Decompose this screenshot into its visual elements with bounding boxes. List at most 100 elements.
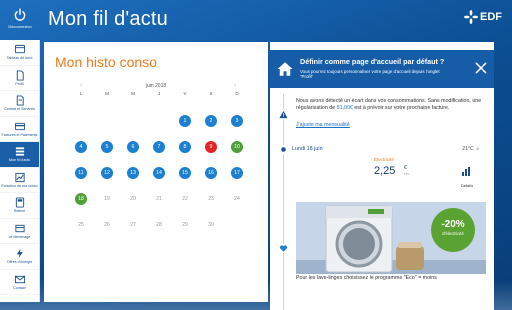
calendar-day[interactable]: 18: [75, 193, 87, 205]
sidebar-item-label: Profil: [15, 81, 24, 86]
calendar-day[interactable]: 2: [205, 115, 217, 127]
calendar-day[interactable]: 4: [75, 141, 87, 153]
weekday-label: M: [131, 90, 135, 96]
sidebar-item-factures-et-paiements[interactable]: Factures et Paiements: [0, 117, 39, 142]
sidebar-item-contact[interactable]: Contact: [0, 270, 39, 295]
calendar-day[interactable]: 8: [179, 141, 191, 153]
sidebar-item-label: Evolution de ma conso: [1, 183, 38, 188]
adjust-monthly-payment-link[interactable]: J'ajuste ma mensualité: [296, 122, 350, 128]
calendar-day[interactable]: 17: [231, 167, 243, 179]
meter-icon: [15, 197, 24, 208]
consumption-history-panel: Mon histo conso ‹ juin 2018 › LMMJVSD123…: [44, 42, 268, 302]
calendar-day[interactable]: 5: [101, 141, 113, 153]
calendar-cell: 23: [198, 193, 224, 205]
calendar-cell: 25: [68, 219, 94, 231]
calendar-day[interactable]: 7: [153, 141, 165, 153]
sidebar-item-mon-fil-d-actu[interactable]: Mon fil d'actu: [0, 142, 39, 168]
calendar-week: 11 12 13 14 15 16 17: [68, 160, 250, 186]
calendar-cell: 22: [172, 193, 198, 205]
sidebar-item-profil[interactable]: Profil: [0, 66, 39, 91]
calendar-cell: 9: [198, 141, 224, 153]
news-feed-panel: Définir comme page d'accueil par défaut …: [270, 42, 494, 310]
weekday-label: L: [79, 90, 83, 96]
calendar-day[interactable]: 9: [205, 141, 217, 153]
calendar-cell: 27: [120, 219, 146, 231]
sidebar-item-contrat-et-services[interactable]: Contrat et Services: [0, 91, 39, 117]
calendar-cell: 2: [198, 115, 224, 127]
calendar-week: 4 5 6 7 8 9 10: [68, 134, 250, 160]
calendar-day[interactable]: 21: [153, 193, 165, 205]
ttc-label: TTC: [404, 172, 410, 176]
sun-icon: ☼: [475, 146, 480, 152]
moving-icon: [14, 224, 25, 232]
evolution-icon: [14, 172, 25, 182]
calendar-day[interactable]: 23: [205, 193, 217, 205]
sidebar-item-relev[interactable]: Relevé: [0, 193, 39, 219]
sidebar-item-je-d-m-nage[interactable]: Je déménage: [0, 219, 39, 244]
details-label: Détails: [460, 183, 474, 188]
calendar-day[interactable]: 30: [205, 219, 217, 231]
mail-icon: [14, 275, 25, 283]
calendar-day[interactable]: 27: [127, 219, 139, 231]
timeline-dot-icon: [279, 145, 288, 154]
calendar-cell: 7: [146, 141, 172, 153]
close-icon[interactable]: [474, 61, 488, 75]
details-button[interactable]: Détails: [457, 163, 477, 188]
calendar-day[interactable]: 11: [75, 167, 87, 179]
calendar-day[interactable]: 20: [127, 193, 139, 205]
calendar-cell: 3: [224, 115, 250, 127]
calendar-cell: 29: [172, 219, 198, 231]
calendar-day[interactable]: 24: [231, 193, 243, 205]
sidebar-item-label: Je déménage: [8, 234, 31, 239]
weekday-label: D: [235, 90, 239, 96]
calendar-day[interactable]: 29: [179, 219, 191, 231]
calendar-cell: 18: [68, 193, 94, 205]
discount-percent: -20%: [441, 219, 465, 230]
weekday-label: S: [209, 90, 213, 96]
calendar-week: 18 19 20 21 22 23 24: [68, 186, 250, 212]
calendar-cell: 17: [224, 167, 250, 179]
sidebar-item-label: Contrat et Services: [4, 107, 35, 112]
calendar-cell: 11: [68, 167, 94, 179]
sidebar-item-evolution-de-ma-conso[interactable]: Evolution de ma conso: [0, 168, 39, 193]
logout-button[interactable]: Déconnexion: [0, 0, 40, 38]
edf-logo: EDF: [464, 10, 502, 24]
calendar-day[interactable]: 22: [179, 193, 191, 205]
calendar-day[interactable]: 25: [75, 219, 87, 231]
calendar-day[interactable]: 14: [153, 167, 165, 179]
calendar-week: 1 2 3: [68, 108, 250, 134]
calendar-day[interactable]: 15: [179, 167, 191, 179]
weekday-header: LMMJVSD: [68, 86, 250, 100]
timeline-line: [283, 94, 284, 310]
heart-icon: [279, 244, 288, 253]
sidebar-item-tableau-de-bord[interactable]: Tableau de bord: [0, 40, 39, 66]
calendar-day[interactable]: 12: [101, 167, 113, 179]
calendar-day[interactable]: 16: [205, 167, 217, 179]
power-icon: [14, 8, 26, 21]
calendar-day[interactable]: 13: [127, 167, 139, 179]
sidebar-item-label: Mon fil d'actu: [8, 158, 31, 163]
homepage-banner: Définir comme page d'accueil par défaut …: [270, 50, 494, 88]
calendar-cell: 8: [172, 141, 198, 153]
calendar-cell: 26: [94, 219, 120, 231]
calendar-day[interactable]: 19: [101, 193, 113, 205]
calendar-day[interactable]: 26: [101, 219, 113, 231]
calendar-day[interactable]: 10: [231, 141, 243, 153]
calendar-cell: 14: [146, 167, 172, 179]
calendar-day[interactable]: 28: [153, 219, 165, 231]
temperature-value: 21°C: [462, 146, 474, 152]
sidebar-item-label: Tableau de bord: [6, 56, 33, 61]
calendar-day[interactable]: 3: [231, 115, 243, 127]
energy-icon: [16, 249, 23, 259]
day-label: Lundi 18 juin: [292, 146, 323, 152]
currency-unit: €: [404, 165, 407, 171]
calendar-cell: 28: [146, 219, 172, 231]
sidebar-item-offres-d-nergie[interactable]: Offres d'énergie: [0, 244, 39, 270]
calendar-day[interactable]: 1: [179, 115, 191, 127]
sidebar-nav: Tableau de bord Profil Contrat et Services…: [0, 40, 40, 302]
calendar-day[interactable]: 6: [127, 141, 139, 153]
calendar-cell: 16: [198, 167, 224, 179]
sidebar-item-label: Relevé: [13, 209, 26, 214]
eco-tip-card[interactable]: -20% d'électricité: [296, 202, 486, 274]
invoice-icon: [14, 122, 25, 130]
